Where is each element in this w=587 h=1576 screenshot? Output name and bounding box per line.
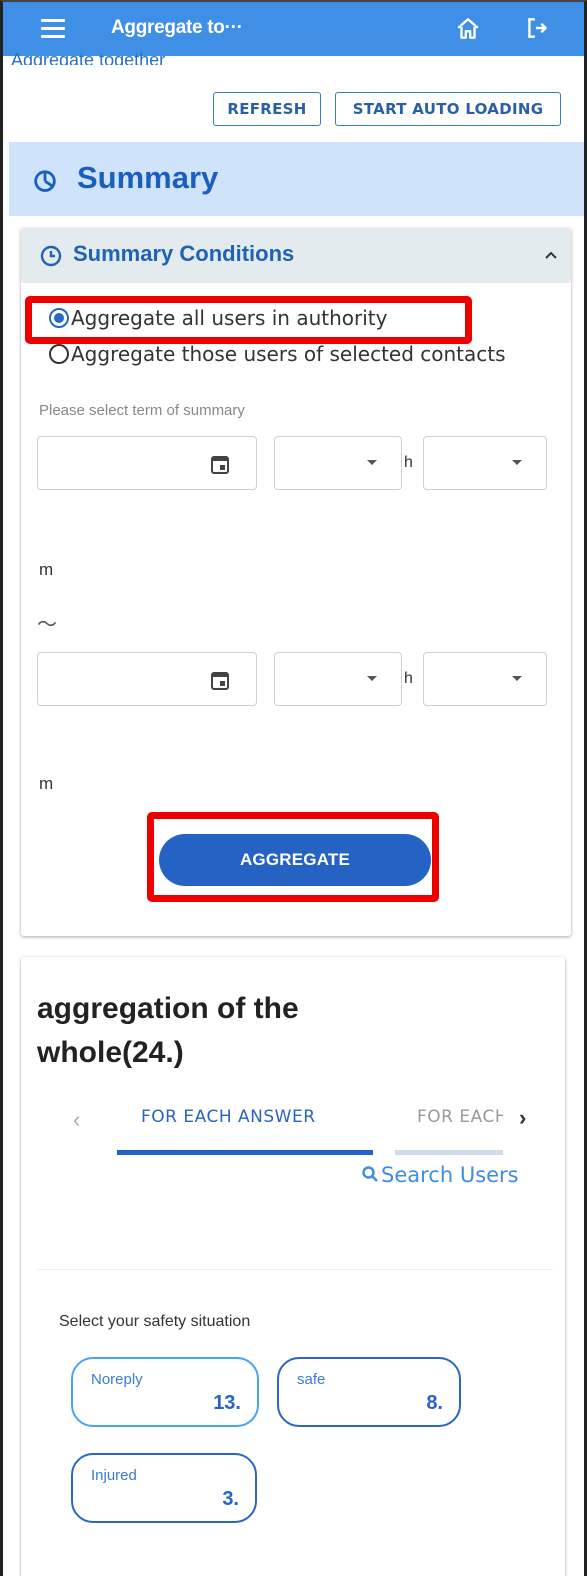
dropdown-arrow-icon xyxy=(367,460,377,465)
answer-label: Noreply xyxy=(91,1371,143,1388)
hour-unit: h xyxy=(404,670,413,687)
summary-conditions-header[interactable]: Summary Conditions xyxy=(21,228,571,283)
pie-chart-icon xyxy=(31,166,59,199)
search-icon xyxy=(361,1163,381,1187)
active-tab-indicator xyxy=(117,1150,373,1155)
clock-icon xyxy=(39,244,63,273)
search-users-label: Search Users xyxy=(381,1163,519,1187)
search-users-link[interactable]: Search Users xyxy=(361,1163,519,1187)
calendar-icon[interactable] xyxy=(210,669,230,696)
range-separator: ～ xyxy=(37,614,57,636)
refresh-button[interactable]: REFRESH xyxy=(213,92,321,126)
answer-chip-safe[interactable]: safe 8. xyxy=(277,1357,461,1427)
app-title: Aggregate to··· xyxy=(111,17,243,38)
answer-label: Injured xyxy=(91,1467,137,1484)
page-subtitle: Aggregate together xyxy=(11,50,166,65)
answer-count: 13. xyxy=(213,1392,241,1414)
minute-unit: m xyxy=(39,560,54,579)
radio-selected-contacts-label: Aggregate those users of selected contac… xyxy=(71,342,506,366)
calendar-icon[interactable] xyxy=(210,453,230,480)
tab-for-each-other[interactable]: FOR EACH xyxy=(417,1107,503,1127)
dropdown-arrow-icon xyxy=(512,460,522,465)
answer-chip-noreply[interactable]: Noreply 13. xyxy=(71,1357,259,1427)
start-date-field[interactable] xyxy=(37,436,257,490)
chevron-left-icon[interactable]: ‹ xyxy=(73,1107,80,1133)
hour-unit: h xyxy=(404,454,413,471)
chevron-right-icon[interactable]: › xyxy=(519,1105,526,1131)
end-date-field[interactable] xyxy=(37,652,257,706)
menu-icon[interactable] xyxy=(41,19,65,38)
divider xyxy=(37,1269,553,1270)
answer-chip-injured[interactable]: Injured 3. xyxy=(71,1453,257,1523)
app-frame: Aggregate to··· Aggregate together REFRE… xyxy=(0,0,587,1576)
dropdown-arrow-icon xyxy=(367,676,377,681)
aggregation-title: aggregation of the whole(24.) xyxy=(37,992,299,1069)
summary-conditions-title: Summary Conditions xyxy=(73,241,295,266)
highlight-aggregate-button xyxy=(147,812,439,902)
answer-count: 8. xyxy=(426,1392,443,1414)
summary-header: Summary xyxy=(9,142,584,216)
logout-icon[interactable] xyxy=(524,15,550,46)
term-hint: Please select term of summary xyxy=(39,402,245,419)
answer-tabs: ‹ FOR EACH ANSWER FOR EACH › xyxy=(37,1099,549,1159)
inactive-tab-indicator xyxy=(395,1150,503,1155)
answer-label: safe xyxy=(297,1371,326,1388)
answer-count: 3. xyxy=(222,1488,239,1510)
end-minute-select[interactable] xyxy=(423,652,547,706)
minute-unit: m xyxy=(39,774,54,793)
start-minute-select[interactable] xyxy=(423,436,547,490)
radio-selected-contacts[interactable]: Aggregate those users of selected contac… xyxy=(49,342,506,366)
start-hour-select[interactable] xyxy=(274,436,402,490)
radio-unselected-icon[interactable] xyxy=(49,344,69,364)
start-auto-loading-button[interactable]: START AUTO LOADING xyxy=(335,92,561,126)
home-icon[interactable] xyxy=(455,16,481,47)
tab-for-each-answer[interactable]: FOR EACH ANSWER xyxy=(141,1107,316,1127)
highlight-radio-all xyxy=(25,296,472,344)
summary-title: Summary xyxy=(77,160,219,195)
chevron-up-icon[interactable] xyxy=(543,248,559,267)
question-label: Select your safety situation xyxy=(59,1313,251,1330)
aggregation-result-card: aggregation of the whole(24.) ‹ FOR EACH… xyxy=(21,957,565,1576)
dropdown-arrow-icon xyxy=(512,676,522,681)
end-hour-select[interactable] xyxy=(274,652,402,706)
